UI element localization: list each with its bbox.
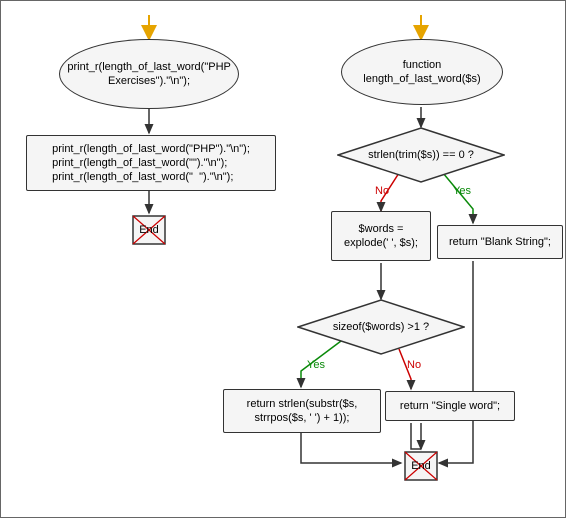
func-header-text: function length_of_last_word($s)	[350, 58, 494, 87]
explode-text: $words = explode(' ', $s);	[338, 222, 424, 251]
return-single-node: return "Single word";	[385, 391, 515, 421]
return-blank-text: return "Blank String";	[449, 235, 551, 249]
return-single-text: return "Single word";	[400, 399, 500, 413]
return-blank-node: return "Blank String";	[437, 225, 563, 259]
cond1-no-label: No	[375, 185, 389, 197]
left-start-node: print_r(length_of_last_word("PHP Exercis…	[59, 39, 239, 109]
left-start-text: print_r(length_of_last_word("PHP Exercis…	[67, 60, 230, 89]
cond2-yes-label: Yes	[307, 359, 325, 371]
return-len-text: return strlen(substr($s, strrpos($s, ' '…	[230, 397, 374, 426]
cond1-node: strlen(trim($s)) == 0 ?	[337, 127, 505, 183]
cond2-node: sizeof($words) >1 ?	[297, 299, 465, 355]
left-calls-text: print_r(length_of_last_word("PHP")."\n")…	[52, 142, 250, 185]
left-calls-node: print_r(length_of_last_word("PHP")."\n")…	[26, 135, 276, 191]
cond1-yes-label: Yes	[453, 185, 471, 197]
left-end-node: End	[132, 215, 166, 245]
right-end-node: End	[404, 451, 438, 481]
func-header-node: function length_of_last_word($s)	[341, 39, 503, 105]
explode-node: $words = explode(' ', $s);	[331, 211, 431, 261]
return-len-node: return strlen(substr($s, strrpos($s, ' '…	[223, 389, 381, 433]
cond2-no-label: No	[407, 359, 421, 371]
